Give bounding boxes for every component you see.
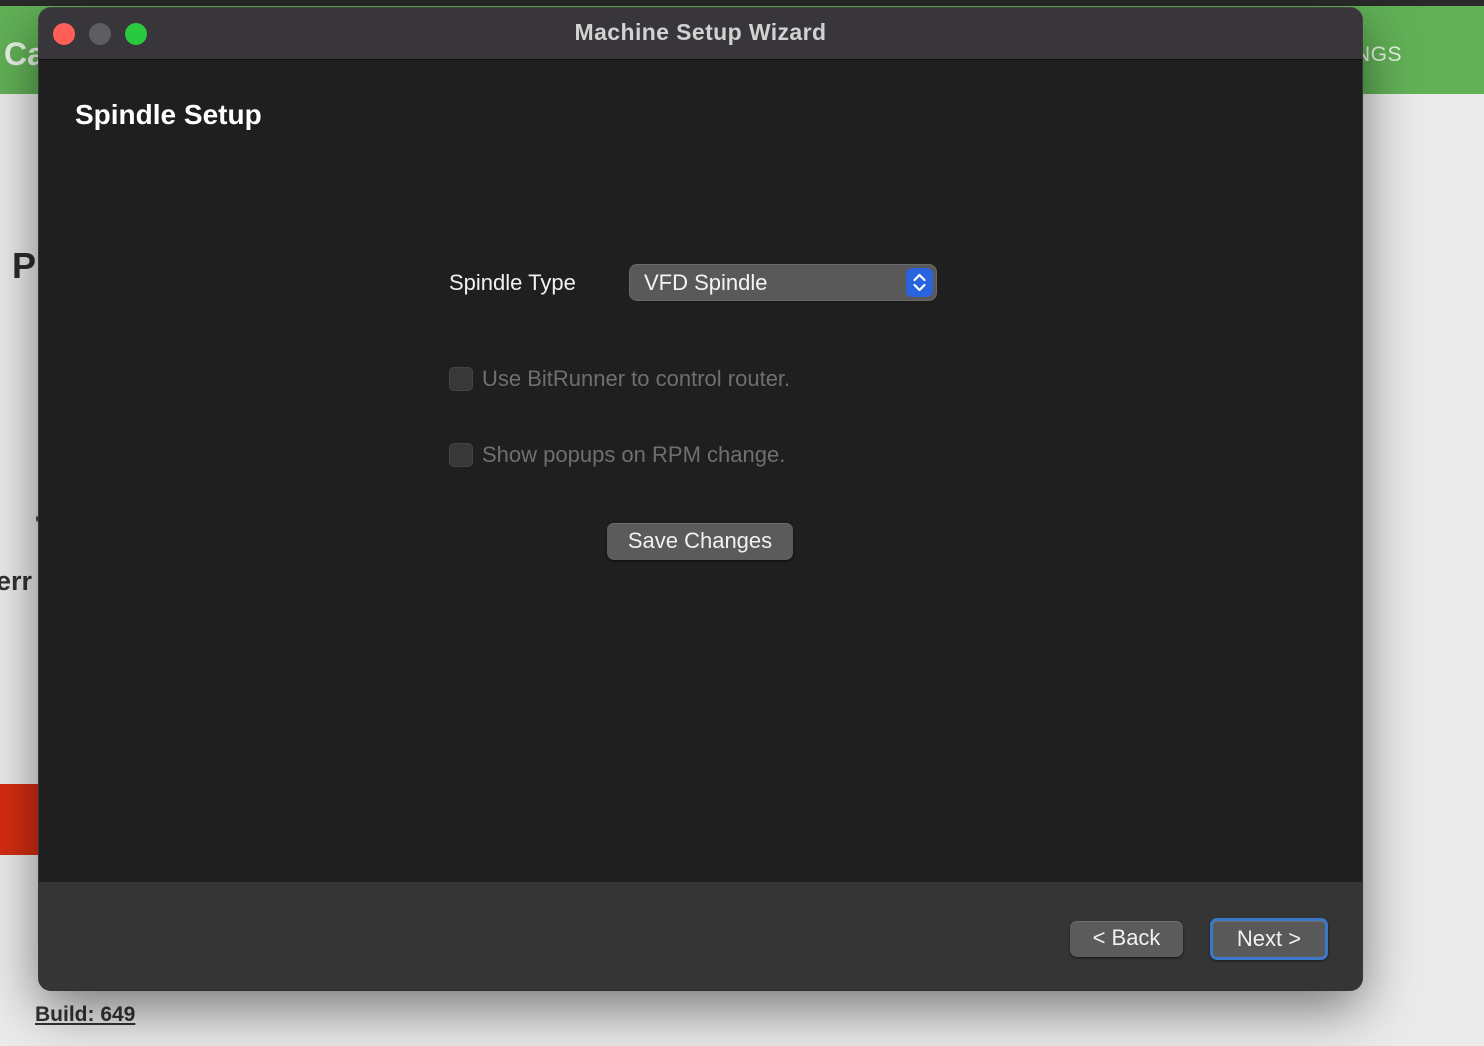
background-alert-bar[interactable] bbox=[0, 784, 40, 855]
spindle-type-select[interactable]: VFD Spindle bbox=[630, 265, 936, 300]
wizard-footer: < Back Next > bbox=[39, 882, 1362, 990]
bitrunner-control-label: Use BitRunner to control router. bbox=[482, 366, 791, 391]
machine-setup-wizard-window: Machine Setup Wizard Spindle Setup Spind… bbox=[39, 8, 1362, 990]
background-nav-item-settings[interactable]: NGS bbox=[1355, 43, 1402, 67]
save-changes-button[interactable]: Save Changes bbox=[607, 523, 793, 560]
spindle-type-label: Spindle Type bbox=[449, 270, 576, 295]
next-button[interactable]: Next > bbox=[1210, 918, 1328, 960]
up-down-chevron-icon bbox=[906, 268, 933, 297]
back-button[interactable]: < Back bbox=[1070, 921, 1183, 957]
background-text-fragment: err bbox=[0, 566, 33, 596]
background-heading: P bbox=[12, 245, 37, 286]
build-number-link[interactable]: Build: 649 bbox=[35, 1003, 135, 1027]
spindle-type-selected-value: VFD Spindle bbox=[644, 270, 768, 295]
page-title: Spindle Setup bbox=[75, 99, 262, 130]
rpm-popup-checkbox bbox=[449, 443, 473, 467]
window-title: Machine Setup Wizard bbox=[574, 19, 827, 45]
window-titlebar[interactable]: Machine Setup Wizard bbox=[39, 8, 1362, 60]
bitrunner-control-checkbox bbox=[449, 367, 473, 391]
rpm-popup-label: Show popups on RPM change. bbox=[482, 442, 786, 467]
